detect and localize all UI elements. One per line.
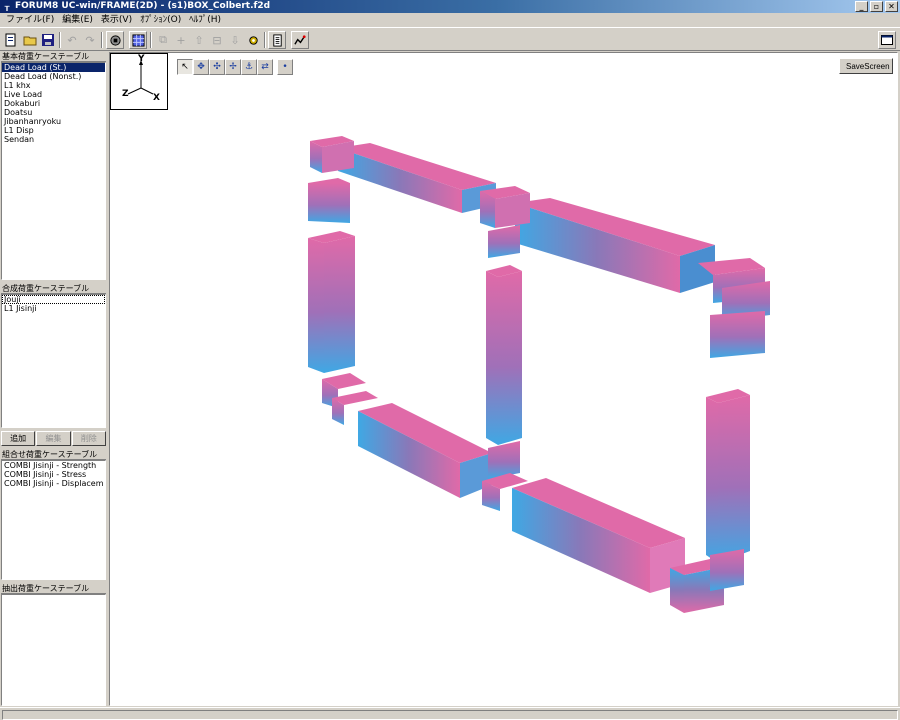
axis-y-label: Y — [137, 54, 145, 64]
settings-icon[interactable] — [244, 31, 262, 49]
fit-view-icon[interactable]: ⇄ — [257, 59, 273, 75]
list-item[interactable]: Jibanhanryoku — [2, 117, 105, 126]
render-icon[interactable] — [106, 31, 124, 49]
right-wall — [706, 389, 750, 563]
title-bar: ╥ FORUM8 UC-win/FRAME(2D) - (s1)BOX_Colb… — [0, 0, 900, 13]
copy-icon[interactable]: ⧉ — [154, 31, 172, 49]
view-toolbar: ↖ ✥ ✣ ✢ ⚓ ⇄ • — [177, 59, 293, 75]
move-down-icon[interactable]: ⇩ — [226, 31, 244, 49]
select-pointer-icon[interactable]: ↖ — [177, 59, 193, 75]
delete-button[interactable]: 削除 — [71, 431, 106, 446]
load-case-buttons: 追加 編集 削除 — [1, 431, 106, 446]
menu-file[interactable]: ファイル(F) — [2, 13, 58, 27]
list-item[interactable]: L1 Disp — [2, 126, 105, 135]
minimize-button[interactable]: _ — [855, 1, 868, 12]
edit-button[interactable]: 編集 — [36, 431, 71, 446]
bottom-slab-left — [358, 403, 492, 498]
open-icon[interactable] — [21, 31, 39, 49]
basic-load-list[interactable]: Dead Load (St.) Dead Load (Nonst.) L1 kh… — [1, 62, 106, 280]
list-item[interactable]: Live Load — [2, 90, 105, 99]
list-item[interactable]: L1 Jisinji — [2, 304, 105, 313]
point-icon[interactable]: • — [277, 59, 293, 75]
list-item[interactable]: Dead Load (Nonst.) — [2, 72, 105, 81]
list-item[interactable]: Jouji — [2, 295, 105, 304]
list-item[interactable]: L1 khx — [2, 81, 105, 90]
window-icon[interactable] — [878, 31, 896, 49]
combination-load-header: 組合せ荷重ケーステーブル — [1, 450, 106, 460]
axis-indicator: Y Z X — [110, 53, 168, 110]
rotate-free-icon[interactable]: ✣ — [209, 59, 225, 75]
combined-load-header: 合成荷重ケーステーブル — [1, 284, 106, 294]
undo-icon[interactable]: ↶ — [63, 31, 81, 49]
frame-app-icon: ╥ — [4, 2, 10, 11]
chart-icon[interactable] — [291, 31, 309, 49]
list-item[interactable]: Doatsu — [2, 108, 105, 117]
axis-x-label: X — [153, 93, 160, 103]
report-icon[interactable] — [268, 31, 286, 49]
model-viewport[interactable] — [109, 52, 898, 706]
extract-load-list[interactable] — [1, 594, 106, 706]
menu-option[interactable]: ｵﾌﾟｼｮﾝ(O) — [136, 13, 185, 27]
menu-help[interactable]: ﾍﾙﾌﾟ(H) — [185, 13, 225, 27]
combined-load-list[interactable]: Jouji L1 Jisinji — [1, 294, 106, 428]
grid-icon[interactable] — [129, 31, 147, 49]
frame-model-3d — [308, 136, 770, 613]
pan-icon[interactable]: ✢ — [225, 59, 241, 75]
move-up-icon[interactable]: ⇧ — [190, 31, 208, 49]
new-icon[interactable] — [2, 31, 20, 49]
save-screen-button[interactable]: SaveScreen — [839, 58, 893, 74]
status-bar — [0, 707, 900, 720]
top-slab-right — [515, 198, 715, 293]
close-button[interactable]: ✕ — [885, 1, 898, 12]
basic-load-header: 基本荷重ケーステーブル — [1, 52, 106, 62]
list-item[interactable]: Dokaburi — [2, 99, 105, 108]
menu-edit[interactable]: 編集(E) — [58, 13, 97, 27]
bottom-slab-right — [512, 478, 685, 593]
list-item[interactable]: Sendan — [2, 135, 105, 144]
list-item[interactable]: COMBI Jisinji - Strength — [2, 461, 105, 470]
save-icon[interactable] — [39, 31, 57, 49]
top-left-haunch — [308, 136, 354, 223]
vehicle-icon[interactable]: ⊟ — [208, 31, 226, 49]
top-slab-left — [338, 143, 496, 213]
add-button[interactable]: 追加 — [1, 431, 36, 446]
zoom-icon[interactable]: ⚓ — [241, 59, 257, 75]
left-wall — [308, 231, 355, 373]
menu-view[interactable]: 表示(V) — [97, 13, 136, 27]
list-item[interactable]: COMBI Jisinji - Stress — [2, 470, 105, 479]
window-title: FORUM8 UC-win/FRAME(2D) - (s1)BOX_Colber… — [15, 1, 271, 11]
axis-z-label: Z — [122, 89, 129, 99]
middle-wall — [486, 265, 522, 445]
toolbar: ↶ ↷ ⧉ + ⇧ ⊟ ⇩ — [0, 27, 900, 51]
restore-button[interactable]: ▫ — [870, 1, 883, 12]
menu-bar: ファイル(F) 編集(E) 表示(V) ｵﾌﾟｼｮﾝ(O) ﾍﾙﾌﾟ(H) — [0, 13, 900, 27]
combination-load-list[interactable]: COMBI Jisinji - Strength COMBI Jisinji -… — [1, 460, 106, 580]
top-middle-joint — [480, 186, 530, 258]
rotate-icon[interactable]: ✥ — [193, 59, 209, 75]
redo-icon[interactable]: ↷ — [81, 31, 99, 49]
extract-load-header: 抽出荷重ケーステーブル — [1, 584, 106, 594]
list-item[interactable]: COMBI Jisinji - Displacem — [2, 479, 105, 488]
add-icon[interactable]: + — [172, 31, 190, 49]
list-item[interactable]: Dead Load (St.) — [2, 63, 105, 72]
